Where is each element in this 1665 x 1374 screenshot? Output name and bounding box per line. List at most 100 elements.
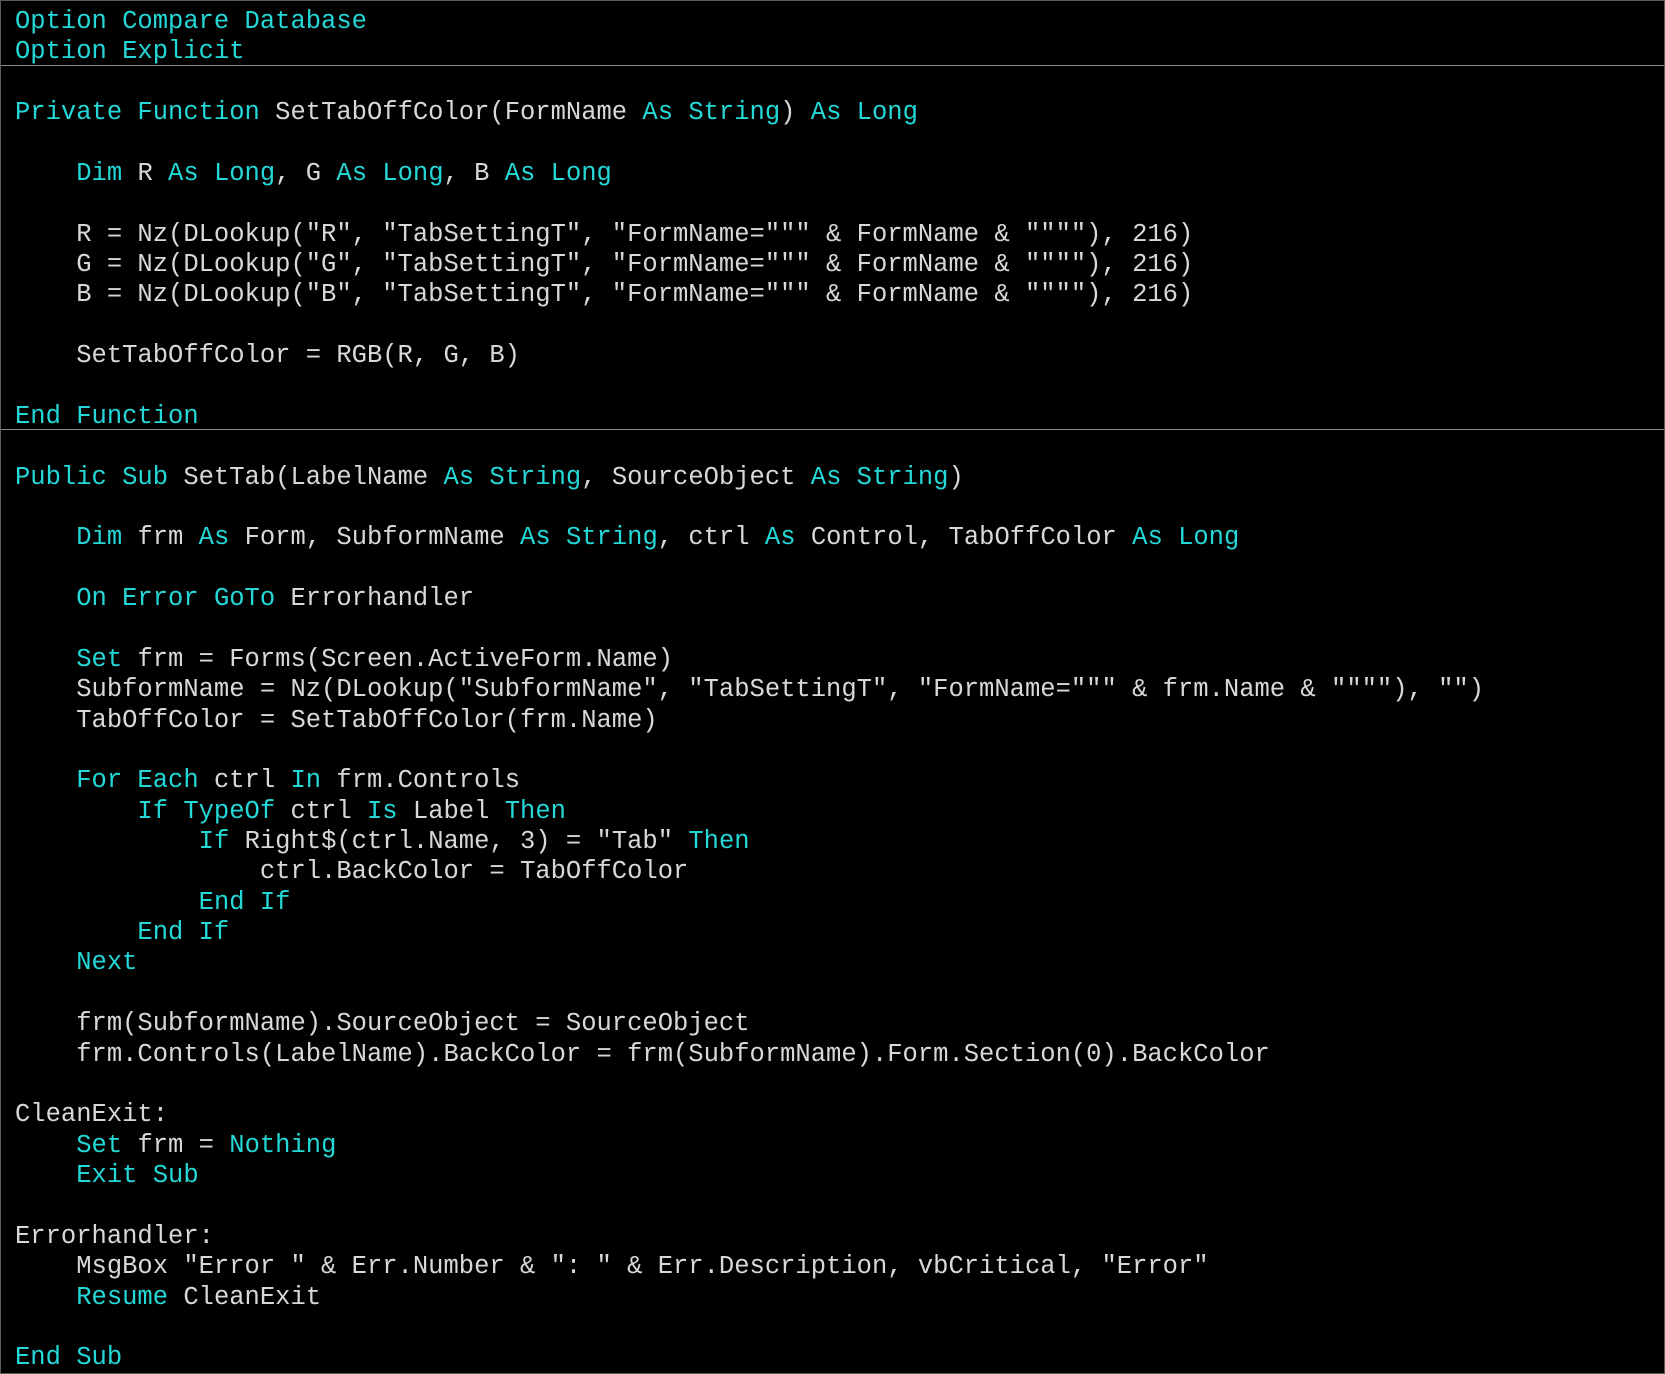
code-editor[interactable]: Option Compare Database Option Explicit Pr… [0, 0, 1665, 1374]
code-keyword: As Long [336, 158, 444, 188]
code-text: , SourceObject [581, 462, 811, 492]
code-text: SetTabOffColor(FormName [275, 98, 643, 128]
code-keyword: End Sub [15, 1343, 123, 1373]
code-keyword: Option Explicit [15, 37, 245, 67]
code-keyword: End If [198, 887, 291, 917]
code-keyword: Nothing [229, 1130, 337, 1160]
code-keyword: Then [688, 826, 750, 856]
code-line: ctrl.BackColor = TabOffColor [15, 857, 688, 887]
code-line: CleanExit: [15, 1100, 168, 1130]
code-text: Errorhandler [290, 584, 475, 614]
code-keyword: On Error GoTo [76, 584, 291, 614]
code-line: frm.Controls(LabelName).BackColor = frm(… [15, 1040, 1270, 1070]
code-keyword: Resume [76, 1282, 184, 1312]
code-line: End If [15, 918, 229, 948]
code-keyword: As String [642, 98, 781, 128]
code-keyword: In [290, 766, 337, 796]
code-keyword: End If [137, 918, 230, 948]
code-keyword: Dim [76, 523, 138, 553]
code-text: frm = [137, 1130, 230, 1160]
code-text: ctrl.BackColor = TabOffColor [15, 857, 689, 887]
code-line: End Sub [15, 1343, 122, 1373]
code-text: R = Nz(DLookup("R", "TabSettingT", "Form… [15, 219, 1194, 249]
code-text: , G [275, 158, 337, 188]
code-text: , ctrl [657, 523, 765, 553]
code-text: Right$(ctrl.Name, 3) = "Tab" [244, 826, 689, 856]
code-line: Option Explicit [15, 37, 245, 67]
code-text: ctrl [290, 796, 367, 826]
code-keyword: For Each [76, 766, 214, 796]
code-text: ) [948, 462, 964, 492]
code-line: Option Compare Database [15, 7, 367, 37]
code-text: ) [780, 98, 811, 128]
code-keyword: Option Compare Database [15, 7, 367, 36]
code-text: Errorhandler: [15, 1221, 214, 1251]
code-keyword: Then [504, 796, 566, 826]
code-line: If TypeOf ctrl Is Label Then [15, 797, 566, 827]
code-keyword: End Function [15, 401, 199, 431]
code-keyword: Private Function [15, 98, 276, 128]
code-text: frm = Forms(Screen.ActiveForm.Name) [137, 644, 674, 674]
code-line: Exit Sub [15, 1161, 199, 1191]
code-line: End Function [15, 402, 199, 432]
code-text: SetTab(LabelName [183, 462, 444, 492]
code-line: Resume CleanExit [15, 1283, 321, 1313]
code-text: ctrl [213, 766, 291, 796]
procedure-separator [1, 65, 1664, 66]
code-text: SubformName = Nz(DLookup("SubformName", … [15, 675, 1485, 705]
code-keyword: As String [810, 462, 949, 492]
code-keyword: As [764, 523, 811, 553]
code-keyword: Public Sub [15, 462, 184, 492]
code-line: R = Nz(DLookup("R", "TabSettingT", "Form… [15, 220, 1193, 250]
code-text: CleanExit: [15, 1100, 169, 1130]
code-text: frm(SubformName).SourceObject = SourceOb… [15, 1009, 750, 1039]
code-text: Label [412, 796, 505, 826]
code-line: MsgBox "Error " & Err.Number & ": " & Er… [15, 1252, 1209, 1282]
code-keyword: As Long [168, 158, 276, 188]
code-line: frm(SubformName).SourceObject = SourceOb… [15, 1009, 750, 1039]
code-line: For Each ctrl In frm.Controls [15, 766, 520, 796]
code-text: G = Nz(DLookup("G", "TabSettingT", "Form… [15, 249, 1194, 279]
code-text: SetTabOffColor = RGB(R, G, B) [15, 341, 520, 371]
code-line: SetTabOffColor = RGB(R, G, B) [15, 341, 520, 371]
procedure-separator [1, 429, 1664, 430]
code-text: R [137, 158, 169, 188]
code-line: Dim R As Long, G As Long, B As Long [15, 159, 612, 189]
code-line: TabOffColor = SetTabOffColor(frm.Name) [15, 706, 658, 736]
code-keyword: As [198, 523, 245, 553]
code-text: , B [443, 158, 505, 188]
code-keyword: As String [520, 523, 658, 553]
code-text: Control, TabOffColor [810, 523, 1133, 553]
code-keyword: Set [76, 644, 138, 674]
code-line: If Right$(ctrl.Name, 3) = "Tab" Then [15, 827, 750, 857]
code-line: G = Nz(DLookup("G", "TabSettingT", "Form… [15, 250, 1193, 280]
code-line: End If [15, 887, 291, 918]
code-line: Set frm = Nothing [15, 1131, 336, 1161]
code-text: B = Nz(DLookup("B", "TabSettingT", "Form… [15, 280, 1194, 310]
code-text: frm [137, 523, 199, 553]
code-text: frm.Controls(LabelName).BackColor = frm(… [15, 1039, 1270, 1069]
code-line: Private Function SetTabOffColor(FormName… [15, 98, 918, 128]
code-keyword: As Long [810, 98, 918, 128]
code-keyword: As String [443, 462, 582, 492]
code-keyword: If TypeOf [137, 796, 291, 826]
code-text: frm.Controls [336, 766, 521, 796]
code-text: MsgBox "Error " & Err.Number & ": " & Er… [15, 1252, 1209, 1282]
code-keyword: Next [76, 948, 138, 978]
code-keyword: Exit Sub [76, 1161, 199, 1191]
code-keyword: As Long [504, 158, 612, 188]
code-text: CleanExit [183, 1282, 322, 1312]
code-text: Form, SubformName [244, 523, 521, 553]
